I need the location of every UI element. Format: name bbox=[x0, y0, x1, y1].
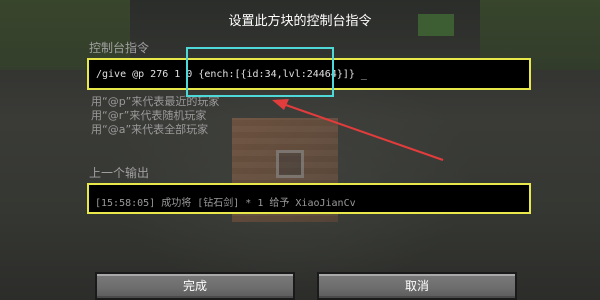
previous-output-field: [15:58:05] 成功将 [钻石剑] * 1 给予 XiaoJianCv bbox=[87, 183, 531, 214]
command-label: 控制台指令 bbox=[89, 41, 150, 55]
dialog-title: 设置此方块的控制台指令 bbox=[228, 14, 372, 29]
cancel-button[interactable]: 取消 bbox=[317, 272, 517, 300]
game-screen: 设置此方块的控制台指令 控制台指令 /give @p 276 1 0 {ench… bbox=[0, 0, 600, 300]
hint-random-player: 用“@r”来代表随机玩家 bbox=[91, 109, 207, 122]
hint-all-players: 用“@a”来代表全部玩家 bbox=[91, 123, 209, 136]
command-block-face bbox=[276, 150, 304, 178]
annotation-highlight-box bbox=[186, 47, 334, 97]
done-button[interactable]: 完成 bbox=[95, 272, 295, 300]
previous-output-label: 上一个输出 bbox=[89, 166, 150, 180]
